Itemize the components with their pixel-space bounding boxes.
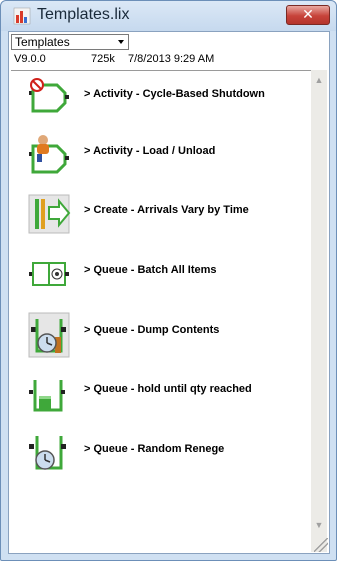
template-label: > Activity - Cycle-Based Shutdown bbox=[84, 88, 265, 100]
template-label: > Activity - Load / Unload bbox=[84, 145, 216, 157]
scroll-up-icon: ▲ bbox=[314, 75, 324, 85]
template-item[interactable]: > Queue - Dump Contents bbox=[11, 309, 311, 361]
title-bar[interactable]: Templates.lix ✕ bbox=[1, 1, 336, 31]
queue-hold-icon bbox=[21, 368, 77, 418]
library-size: 725k bbox=[91, 53, 115, 65]
library-date: 7/8/2013 9:29 AM bbox=[128, 53, 215, 65]
template-label: > Queue - Random Renege bbox=[84, 443, 225, 455]
queue-renege-icon bbox=[21, 428, 77, 478]
client-area: Templates V9.0.0 725k 7/8/2013 9:29 AM >… bbox=[8, 31, 330, 554]
template-item[interactable]: > Queue - Batch All Items bbox=[11, 249, 311, 301]
activity-load-unload-icon bbox=[21, 130, 77, 180]
library-info: V9.0.0 725k 7/8/2013 9:29 AM bbox=[11, 53, 327, 67]
template-item[interactable]: > Create - Arrivals Vary by Time bbox=[11, 189, 311, 241]
activity-shutdown-icon bbox=[21, 73, 77, 123]
template-item[interactable]: > Activity - Cycle-Based Shutdown bbox=[11, 73, 311, 125]
template-item[interactable]: > Activity - Load / Unload bbox=[11, 130, 311, 182]
dropdown-value: Templates bbox=[15, 35, 70, 49]
template-list: > Activity - Cycle-Based Shutdown > Acti… bbox=[11, 70, 311, 553]
templates-window: Templates.lix ✕ Templates V9.0.0 725k 7/… bbox=[0, 0, 337, 561]
close-icon: ✕ bbox=[302, 6, 314, 22]
template-label: > Queue - hold until qty reached bbox=[84, 383, 252, 395]
template-label: > Create - Arrivals Vary by Time bbox=[84, 204, 249, 216]
create-arrivals-icon bbox=[21, 189, 77, 239]
template-label: > Queue - Dump Contents bbox=[84, 324, 220, 336]
library-version: V9.0.0 bbox=[14, 53, 46, 65]
chevron-down-icon bbox=[118, 40, 124, 44]
close-button[interactable]: ✕ bbox=[286, 5, 330, 25]
template-item[interactable]: > Queue - Random Renege bbox=[11, 428, 311, 480]
template-item[interactable]: > Queue - hold until qty reached bbox=[11, 368, 311, 420]
window-title: Templates.lix bbox=[37, 6, 130, 23]
scroll-up-button[interactable]: ▲ bbox=[312, 71, 326, 89]
library-dropdown[interactable]: Templates bbox=[11, 34, 129, 50]
queue-batch-icon bbox=[21, 249, 77, 299]
scroll-down-icon: ▼ bbox=[314, 520, 324, 530]
scroll-down-button[interactable]: ▼ bbox=[312, 516, 326, 534]
template-label: > Queue - Batch All Items bbox=[84, 264, 217, 276]
queue-dump-icon bbox=[21, 309, 77, 359]
vertical-scrollbar[interactable]: ▲ ▼ bbox=[311, 70, 327, 552]
resize-grip-icon[interactable] bbox=[314, 538, 328, 552]
chart-app-icon bbox=[13, 7, 31, 25]
